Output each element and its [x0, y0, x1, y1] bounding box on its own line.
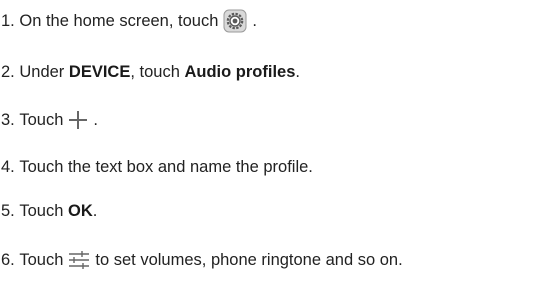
step-5: 5. Touch OK. — [1, 196, 97, 226]
step-number: 1. — [1, 11, 15, 30]
step-text: Touch — [19, 110, 64, 129]
step-text: Touch — [19, 201, 64, 220]
step-1: 1. On the home screen, touch . — [1, 6, 257, 36]
audio-profiles-label: Audio profiles — [184, 62, 296, 81]
step-number: 2. — [1, 62, 15, 81]
step-text-end: . — [295, 62, 300, 81]
ok-label: OK — [67, 201, 93, 220]
step-number: 4. — [1, 157, 15, 176]
step-number: 5. — [1, 201, 15, 220]
step-text: Touch — [19, 250, 64, 269]
step-6: 6. Touch to set volumes, phone ringtone … — [1, 245, 403, 275]
device-label: DEVICE — [68, 62, 131, 81]
equalizer-sliders-icon — [68, 250, 90, 270]
step-text-end: . — [92, 201, 98, 220]
step-text: On the home screen, touch — [19, 11, 219, 30]
step-2: 2. Under DEVICE, touch Audio profiles. — [1, 57, 300, 87]
step-text-end: to set volumes, phone ringtone and so on… — [95, 250, 403, 269]
step-4: 4. Touch the text box and name the profi… — [1, 152, 313, 182]
step-text: Under — [19, 62, 65, 81]
step-3: 3. Touch . — [1, 105, 98, 135]
step-number: 6. — [1, 250, 15, 269]
plus-icon — [68, 110, 88, 130]
step-text-mid: , touch — [130, 62, 180, 81]
step-text-end: . — [93, 110, 98, 129]
step-text: Touch the text box and name the profile. — [19, 157, 313, 176]
step-number: 3. — [1, 110, 15, 129]
settings-gear-icon — [223, 9, 247, 33]
step-text-end: . — [252, 11, 257, 30]
